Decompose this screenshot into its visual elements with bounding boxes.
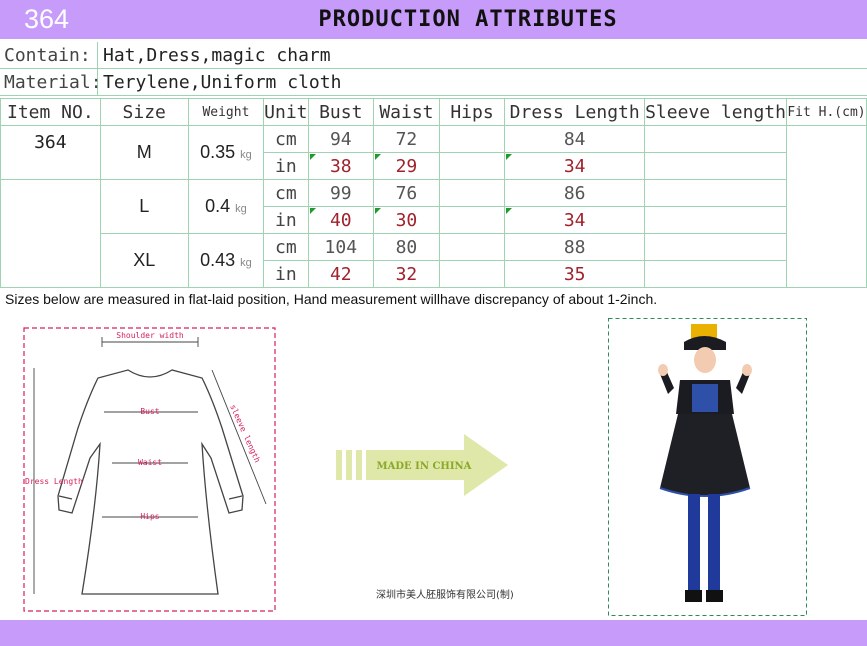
waist-in: 32	[373, 260, 440, 288]
bust-cm: 99	[307, 179, 375, 207]
diagram-frame	[23, 327, 276, 612]
measurement-note: Sizes below are measured in flat-laid po…	[5, 291, 658, 307]
bust-in: 38	[307, 152, 375, 180]
bust-cm: 104	[307, 233, 375, 261]
sleeve-in	[644, 260, 787, 288]
table-row: L 0.4 kg cm 99 76 86	[0, 179, 867, 288]
measurement-diagram: Shoulder width Bust Waist Hips Dress Len…	[23, 327, 276, 612]
header-sleeve-length: Sleeve length	[644, 98, 787, 126]
left-leg	[688, 494, 700, 590]
material-row: Material: Terylene,Uniform cloth	[0, 69, 867, 96]
hips-cm	[438, 233, 506, 261]
weight-value: 0.43 kg	[187, 233, 265, 288]
header-weight: Weight	[187, 98, 265, 126]
item-blank-cell	[0, 179, 101, 288]
header-bust: Bust	[307, 98, 375, 126]
sleeve-cm	[644, 125, 787, 153]
material-value: Terylene,Uniform cloth	[103, 72, 342, 93]
table-row: XL 0.43 kg cm 104 80 88	[1, 233, 867, 288]
product-photo	[608, 318, 807, 616]
contain-value: Hat,Dress,magic charm	[103, 45, 331, 66]
unit-cm: cm	[263, 233, 309, 261]
bust-in: 40	[307, 206, 375, 234]
weight-value: 0.35 kg	[187, 125, 265, 180]
size-table: Item NO. Size Weight Unit Bust Waist Hip…	[0, 98, 867, 288]
waist-cm: 72	[373, 125, 440, 153]
sleeve-cm	[644, 179, 787, 207]
dress-outline	[57, 369, 244, 595]
unit-in: in	[263, 152, 309, 180]
sleeve-in	[644, 206, 787, 234]
footer-bar	[0, 620, 867, 646]
embroidered-panel	[692, 384, 718, 412]
arrow-stripe	[336, 450, 342, 480]
dress-length-label: Dress Length	[25, 477, 83, 486]
header-unit: Unit	[263, 98, 309, 126]
sleeve-cm	[644, 233, 787, 261]
contain-row: Contain: Hat,Dress,magic charm	[0, 42, 867, 69]
sleeve-length-label: sleeve length	[228, 403, 262, 464]
right-leg	[708, 494, 720, 590]
table-header-row: Item NO. Size Weight Unit Bust Waist Hip…	[0, 98, 867, 126]
hips-in	[438, 206, 506, 234]
arrow-stripe	[356, 450, 362, 480]
waist-in: 29	[373, 152, 440, 180]
waist-cm: 76	[373, 179, 440, 207]
header-dress-length: Dress Length	[504, 98, 646, 126]
hips-cm	[438, 125, 506, 153]
unit-cm: cm	[263, 125, 309, 153]
hips-in	[438, 152, 506, 180]
header-hips: Hips	[438, 98, 506, 126]
page-title: PRODUCTION ATTRIBUTES	[318, 7, 618, 32]
made-in-china-label: MADE IN CHINA	[377, 461, 472, 472]
hips-label: Hips	[140, 512, 159, 521]
unit-in: in	[263, 260, 309, 288]
dress-length-cm: 84	[504, 125, 646, 153]
waist-in: 30	[373, 206, 440, 234]
bust-in: 42	[307, 260, 375, 288]
material-label: Material:	[0, 69, 102, 96]
hips-cm	[438, 179, 506, 207]
shoulder-width-label: Shoulder width	[116, 331, 184, 340]
header-waist: Waist	[373, 98, 440, 126]
face	[694, 347, 716, 373]
size-label: XL	[99, 233, 189, 288]
company-credit: 深圳市美人胚服饰有限公司(制)	[376, 590, 514, 601]
size-label: L	[99, 179, 189, 234]
dress-length-in: 35	[504, 260, 646, 288]
dress-length-cm: 86	[504, 179, 646, 207]
waist-label: Waist	[138, 458, 162, 467]
made-in-china-arrow: MADE IN CHINA	[336, 434, 508, 496]
hips-in	[438, 260, 506, 288]
item-number: 364	[0, 125, 101, 180]
waist-cm: 80	[373, 233, 440, 261]
arrow-stripe	[346, 450, 352, 480]
unit-cm: cm	[263, 179, 309, 207]
fit-h-cell	[785, 125, 867, 288]
header-size: Size	[99, 98, 189, 126]
dress-length-cm: 88	[504, 233, 646, 261]
size-label: M	[99, 125, 189, 180]
dress-length-in: 34	[504, 206, 646, 234]
header-bar: 364 PRODUCTION ATTRIBUTES	[0, 0, 867, 39]
contain-label: Contain:	[0, 42, 98, 69]
dress-length-in: 34	[504, 152, 646, 180]
unit-in: in	[263, 206, 309, 234]
table-row: 364 M 0.35 kg cm 94 72 84	[0, 125, 867, 288]
bust-label: Bust	[140, 407, 159, 416]
sleeve-in	[644, 152, 787, 180]
header-item-no: Item NO.	[0, 98, 101, 126]
weight-value: 0.4 kg	[187, 179, 265, 234]
bust-cm: 94	[307, 125, 375, 153]
header-fit-h: Fit H.(cm)	[785, 98, 867, 126]
